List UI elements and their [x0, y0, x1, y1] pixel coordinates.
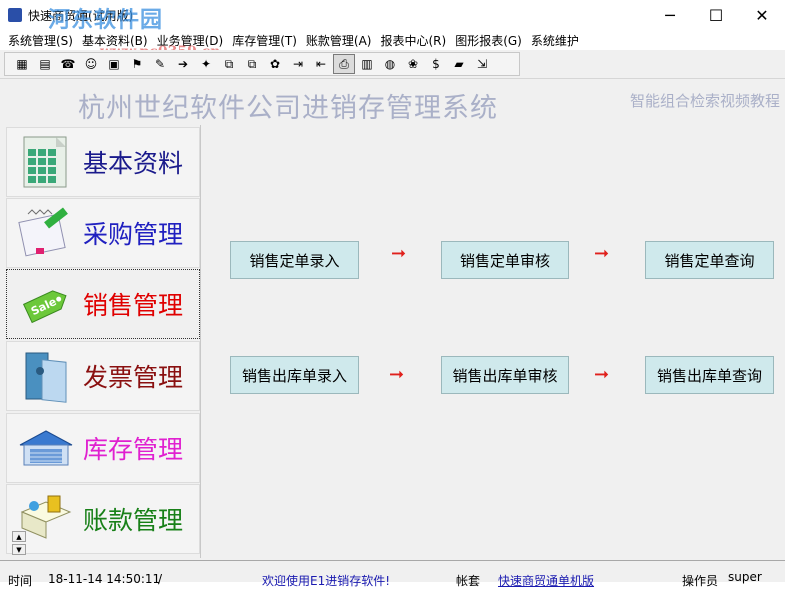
nav-accounts[interactable]: 账款管理 [6, 484, 200, 554]
cylinder-icon[interactable]: ◍ [379, 54, 401, 74]
sale-tag-icon: Sale [13, 273, 79, 335]
nav-label: 销售管理 [83, 291, 184, 320]
dollar-icon[interactable]: $ [425, 54, 447, 74]
sales-order-query-button[interactable]: 销售定单查询 [645, 241, 774, 279]
minimize-button[interactable]: ─ [647, 0, 693, 30]
nav-label: 账款管理 [83, 506, 184, 535]
status-bar: 时间 18-11-14 14:50:11 / 欢迎使用E1进销存软件! 帐套 快… [0, 560, 785, 588]
cursor-icon[interactable]: ✦ [195, 54, 217, 74]
arrow-icon[interactable]: ⚑ [126, 54, 148, 74]
menu-maintenance[interactable]: 系统维护 [529, 32, 586, 49]
workspace-panel: 销售定单录入 ➞ 销售定单审核 ➞ 销售定单查询 销售出库单录入 ➞ 销售出库单… [202, 125, 785, 558]
nav-scroll-down-button[interactable]: ▼ [12, 544, 26, 555]
status-weekday: / [158, 572, 163, 586]
title-bar: 快速商贸通(试用版) 河东软件园 ─ ☐ ✕ [0, 0, 785, 33]
grid-document-icon [13, 131, 79, 193]
status-account-label: 帐套 [456, 574, 481, 588]
nav-label: 发票管理 [83, 363, 184, 392]
maximize-button[interactable]: ☐ [693, 0, 739, 30]
marquee-text[interactable]: 智能组合检索视频教程 [630, 90, 780, 111]
star-icon[interactable]: ▣ [103, 54, 125, 74]
go-icon[interactable]: ➔ [172, 54, 194, 74]
sales-delivery-query-button[interactable]: 销售出库单查询 [645, 356, 774, 394]
import-icon[interactable]: ⇤ [310, 54, 332, 74]
sales-order-review-button[interactable]: 销售定单审核 [441, 241, 569, 279]
lock-icon[interactable]: ☎ [57, 54, 79, 74]
printer-icon[interactable]: ⎙ [333, 54, 355, 74]
flow-arrow-icon: ➞ [594, 243, 610, 264]
status-time-value: 18-11-14 14:50:11 [48, 572, 161, 586]
module-sidebar: 基本资料 采购管理 Sale 销售管理 发票管理 库存管理 账款管理 ▲ ▼ [6, 125, 201, 558]
book2-icon[interactable]: ▰ [448, 54, 470, 74]
menu-system[interactable]: 系统管理(S) [6, 32, 80, 49]
menu-accounts[interactable]: 账款管理(A) [304, 32, 379, 49]
exit-icon[interactable]: ⇲ [471, 54, 493, 74]
status-welcome: 欢迎使用E1进销存软件! [262, 574, 391, 588]
flow-arrow-icon: ➞ [594, 364, 610, 385]
nav-sales[interactable]: Sale 销售管理 [6, 269, 200, 339]
toolbar-buttons: ▦ ▤ ☎ ☺ ▣ ⚑ ✎ ➔ ✦ ⧉ ⧉ ✿ ⇥ ⇤ ⎙ ▥ ◍ ❀ $ ▰ ⇲ [4, 52, 520, 76]
toolbar: ▦ ▤ ☎ ☺ ▣ ⚑ ✎ ➔ ✦ ⧉ ⧉ ✿ ⇥ ⇤ ⎙ ▥ ◍ ❀ $ ▰ ⇲ [0, 50, 785, 79]
banner: 杭州世纪软件公司进销存管理系统 智能组合检索视频教程 [0, 80, 785, 124]
doc-icon[interactable]: ✎ [149, 54, 171, 74]
app-window: 快速商贸通(试用版) 河东软件园 ─ ☐ ✕ 系统管理(S) 基本资料(B) 业… [0, 0, 785, 588]
flow-arrow-icon: ➞ [389, 364, 405, 385]
nav-label: 采购管理 [83, 220, 184, 249]
status-time-label: 时间 [8, 574, 33, 588]
system-title: 杭州世纪软件公司进销存管理系统 [78, 93, 498, 124]
export-icon[interactable]: ⇥ [287, 54, 309, 74]
copy2-icon[interactable]: ⧉ [241, 54, 263, 74]
menu-reports[interactable]: 报表中心(R) [378, 32, 453, 49]
menu-inventory[interactable]: 库存管理(T) [230, 32, 304, 49]
menu-charts[interactable]: 图形报表(G) [453, 32, 529, 49]
smiley-icon[interactable]: ☺ [80, 54, 102, 74]
nav-basic-data[interactable]: 基本资料 [6, 127, 200, 197]
folder-icon [13, 345, 79, 407]
disk-icon[interactable]: ▥ [356, 54, 378, 74]
warehouse-icon [13, 417, 79, 479]
nav-label: 基本资料 [83, 149, 184, 178]
grid-icon[interactable]: ▤ [34, 54, 56, 74]
nav-scroll-up-button[interactable]: ▲ [12, 531, 26, 542]
nav-purchasing[interactable]: 采购管理 [6, 198, 200, 268]
notepad-pen-icon [13, 202, 79, 264]
sales-order-entry-button[interactable]: 销售定单录入 [230, 241, 359, 279]
app-icon [8, 8, 22, 22]
copy-icon[interactable]: ⧉ [218, 54, 240, 74]
flow-arrow-icon: ➞ [391, 243, 407, 264]
sales-delivery-review-button[interactable]: 销售出库单审核 [441, 356, 569, 394]
nav-inventory[interactable]: 库存管理 [6, 413, 200, 483]
status-account-value: 快速商贸通单机版 [498, 574, 595, 588]
nav-invoices[interactable]: 发票管理 [6, 341, 200, 411]
moneybag-icon[interactable]: ❀ [402, 54, 424, 74]
book-icon[interactable]: ▦ [11, 54, 33, 74]
status-operator-label: 操作员 [682, 574, 719, 588]
gear-icon[interactable]: ✿ [264, 54, 286, 74]
sales-delivery-entry-button[interactable]: 销售出库单录入 [230, 356, 359, 394]
close-button[interactable]: ✕ [739, 0, 785, 30]
nav-label: 库存管理 [83, 435, 184, 464]
